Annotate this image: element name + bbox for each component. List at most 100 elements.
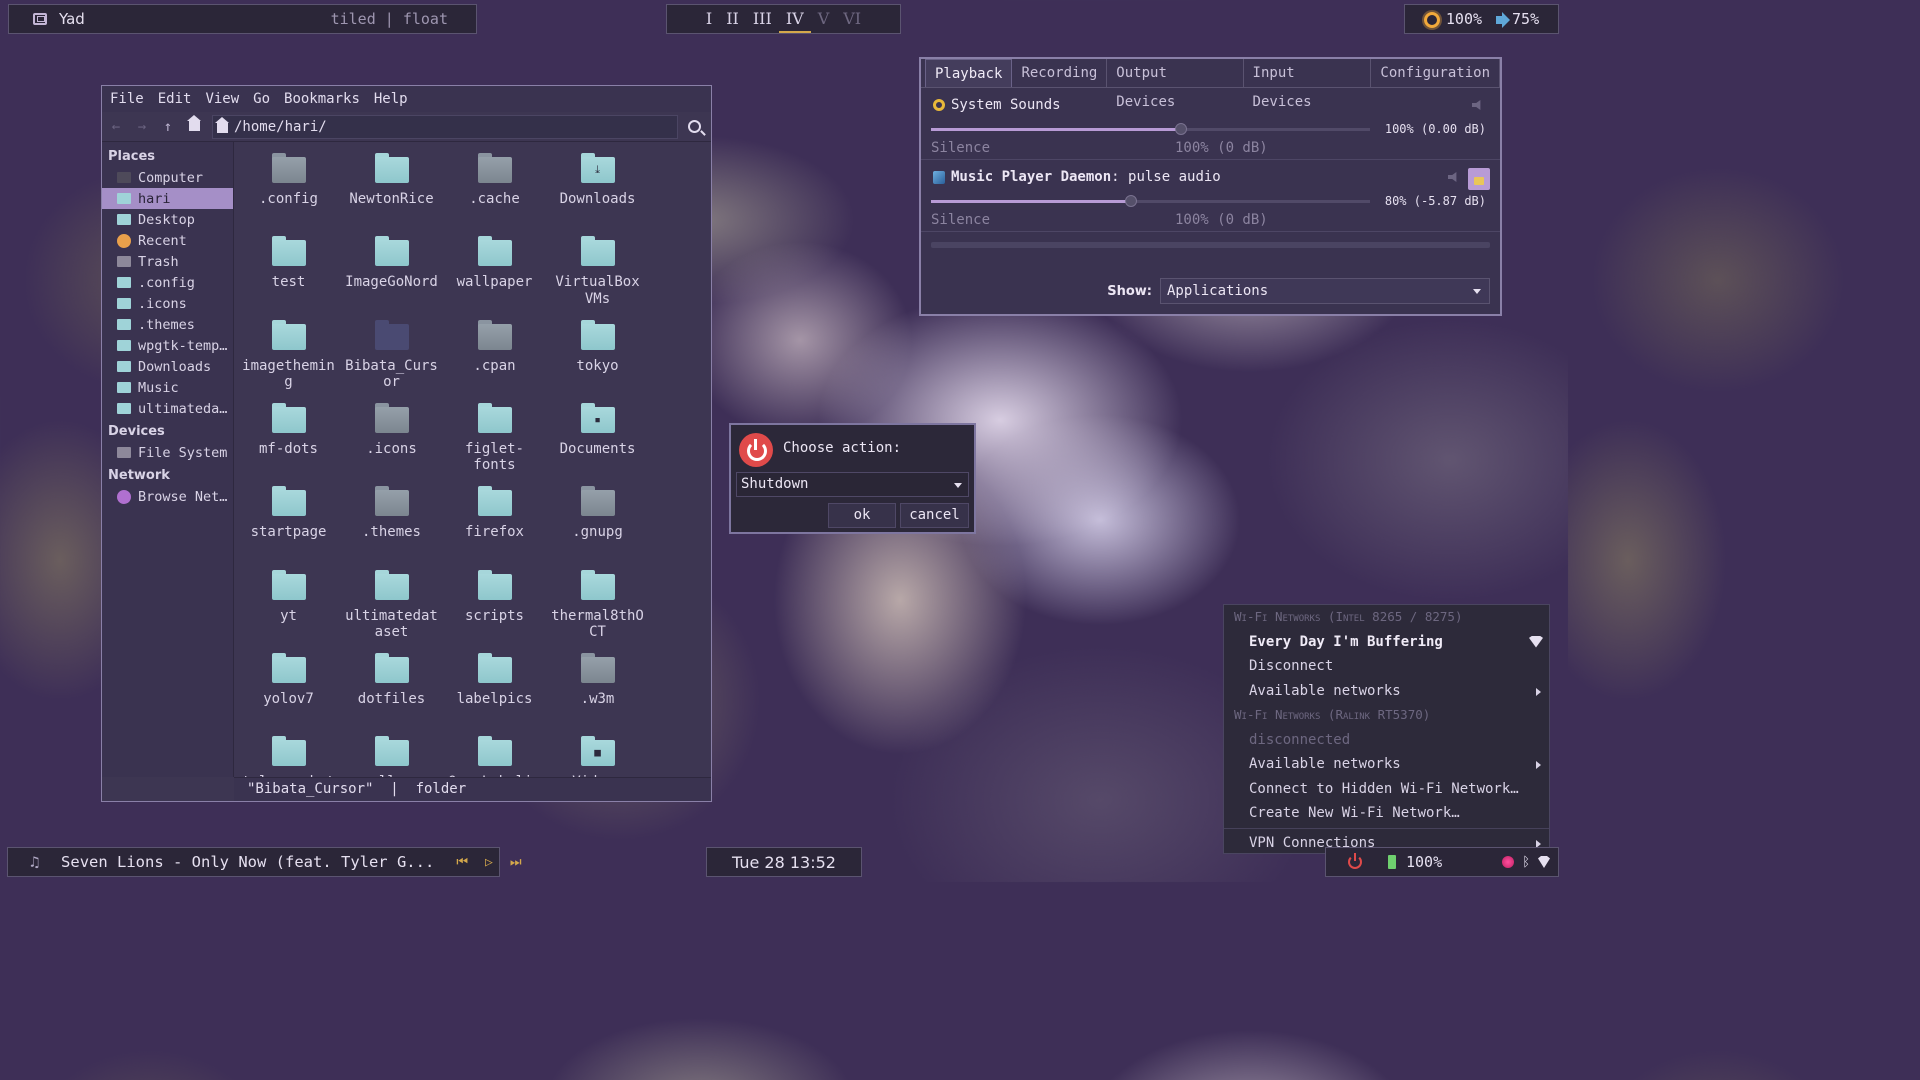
file-item[interactable]: firefox — [443, 486, 546, 541]
file-item[interactable]: .gnupg — [546, 486, 649, 541]
workspace-4[interactable]: IV — [778, 5, 811, 33]
forward-arrow-icon[interactable]: → — [134, 119, 150, 135]
file-item[interactable]: .icons — [340, 402, 443, 458]
play-icon[interactable]: ▷ — [485, 855, 493, 870]
ok-button[interactable]: ok — [828, 503, 896, 528]
power-icon[interactable] — [1348, 853, 1362, 869]
folder-body — [477, 323, 512, 350]
volume-slider[interactable] — [931, 195, 1370, 207]
file-item[interactable]: imagethemin g — [237, 319, 340, 391]
wifi-icon[interactable] — [1538, 856, 1550, 868]
file-item[interactable]: OpenLabelin g — [443, 736, 546, 777]
workspace-6[interactable]: VI — [836, 5, 868, 33]
workspace-2[interactable]: II — [719, 5, 746, 33]
tab-configuration[interactable]: Configuration — [1371, 59, 1500, 87]
tab-bar: Playback Recording Output Devices Input Dev… — [921, 59, 1500, 110]
menu-go[interactable]: Go — [253, 91, 270, 107]
sidebar-item-music[interactable]: Music — [102, 377, 233, 398]
file-item[interactable]: .config — [237, 153, 340, 208]
tab-input-devices[interactable]: Input Devices — [1244, 59, 1372, 110]
volume-slider[interactable] — [931, 123, 1370, 135]
volume-slider-knob[interactable] — [1124, 195, 1137, 207]
sidebar-item-ultimateda[interactable]: ultimateda… — [102, 398, 233, 419]
file-item[interactable]: .cpan — [443, 319, 546, 375]
sidebar-item-icons[interactable]: .icons — [102, 293, 233, 314]
file-item[interactable]: mf-dots — [237, 402, 340, 458]
home-button[interactable] — [186, 115, 202, 135]
file-item[interactable]: labelpics — [443, 652, 546, 708]
sidebar-item-themes[interactable]: .themes — [102, 314, 233, 335]
file-item[interactable]: NewtonRice — [340, 153, 443, 208]
sidebar-item-trash[interactable]: Trash — [102, 251, 233, 272]
sidebar-item-desktop[interactable]: Desktop — [102, 209, 233, 230]
location-bar[interactable]: /home/hari/ — [212, 114, 678, 139]
file-item[interactable]: VirtualBox VMs — [546, 236, 649, 307]
file-item[interactable]: .w3m — [546, 652, 649, 708]
file-item[interactable]: college — [340, 736, 443, 777]
app-tray-icon[interactable] — [1502, 856, 1515, 868]
available-networks-item[interactable]: Available networks — [1224, 679, 1549, 704]
bluetooth-icon[interactable]: ᛒ — [1522, 855, 1530, 870]
volume-slider-knob[interactable] — [1174, 123, 1187, 135]
sidebar-item-browse-net[interactable]: Browse Net… — [102, 486, 233, 507]
file-item[interactable]: thermal8thO CT — [546, 569, 649, 641]
workspace-3[interactable]: III — [746, 5, 779, 33]
sidebar-item-downloads[interactable]: Downloads — [102, 356, 233, 377]
workspace-1[interactable]: I — [699, 5, 719, 33]
mute-icon[interactable] — [1448, 172, 1457, 182]
file-item[interactable]: dotfiles — [340, 652, 443, 708]
disconnect-item[interactable]: Disconnect — [1224, 654, 1549, 679]
connected-network[interactable]: Every Day I'm Buffering — [1224, 630, 1549, 655]
workspace-5[interactable]: V — [811, 5, 837, 33]
previous-track-icon[interactable]: ⏮ — [456, 855, 468, 870]
folder-icon — [117, 447, 131, 458]
file-item[interactable]: ⤓ Downloads — [546, 153, 649, 208]
lock-channels-icon[interactable] — [1468, 168, 1490, 190]
file-item[interactable]: telegrambot — [237, 736, 340, 777]
menu-help[interactable]: Help — [374, 91, 408, 107]
sidebar-item-config[interactable]: .config — [102, 272, 233, 293]
menu-file[interactable]: File — [110, 91, 144, 107]
menu-view[interactable]: View — [205, 91, 239, 107]
menu-bookmarks[interactable]: Bookmarks — [284, 91, 360, 107]
file-item[interactable]: ultimatedat aset — [340, 569, 443, 641]
tab-recording[interactable]: Recording — [1012, 59, 1108, 87]
up-arrow-icon[interactable]: ↑ — [160, 119, 176, 135]
back-arrow-icon[interactable]: ← — [108, 119, 124, 135]
available-networks-item-2[interactable]: Available networks — [1224, 752, 1549, 777]
file-item[interactable]: ▪ Documents — [546, 402, 649, 458]
file-item[interactable]: figlet- fonts — [443, 402, 546, 474]
sidebar-item-wpgtk-temp[interactable]: wpgtk-temp… — [102, 335, 233, 356]
brightness-indicator[interactable]: 100% — [1423, 10, 1482, 28]
menu-edit[interactable]: Edit — [158, 91, 192, 107]
cancel-button[interactable]: cancel — [900, 503, 969, 528]
layout-modes[interactable]: tiled | float — [331, 10, 466, 28]
file-item[interactable]: Bibata_Curs or — [340, 319, 443, 391]
file-item[interactable]: ■Videos — [546, 736, 649, 777]
show-dropdown[interactable]: Applications — [1160, 278, 1490, 304]
connect-hidden-item[interactable]: Connect to Hidden Wi-Fi Network… — [1224, 777, 1549, 802]
next-track-icon[interactable]: ⏭ — [510, 855, 522, 870]
file-item[interactable]: ImageGoNord — [340, 236, 443, 291]
volume-indicator[interactable]: 75% — [1496, 10, 1539, 28]
file-item[interactable]: scripts — [443, 569, 546, 625]
file-item[interactable]: tokyo — [546, 319, 649, 375]
tab-playback[interactable]: Playback — [925, 59, 1013, 87]
file-item[interactable]: wallpaper — [443, 236, 546, 291]
file-item[interactable]: yolov7 — [237, 652, 340, 708]
folder-icon — [117, 382, 131, 393]
file-item[interactable]: .themes — [340, 486, 443, 541]
file-item[interactable]: yt — [237, 569, 340, 625]
sidebar-item-hari[interactable]: hari — [102, 188, 233, 209]
tab-output-devices[interactable]: Output Devices — [1107, 59, 1244, 110]
sidebar-item-computer[interactable]: Computer — [102, 167, 233, 188]
create-network-item[interactable]: Create New Wi-Fi Network… — [1224, 801, 1549, 826]
mute-icon[interactable] — [1472, 100, 1481, 110]
sidebar-item-file-system[interactable]: File System — [102, 442, 233, 463]
file-item[interactable]: .cache — [443, 153, 546, 208]
search-icon[interactable] — [688, 120, 701, 133]
action-dropdown[interactable]: Shutdown — [736, 472, 969, 497]
file-item[interactable]: test — [237, 236, 340, 291]
file-item[interactable]: startpage — [237, 486, 340, 541]
sidebar-item-recent[interactable]: Recent — [102, 230, 233, 251]
